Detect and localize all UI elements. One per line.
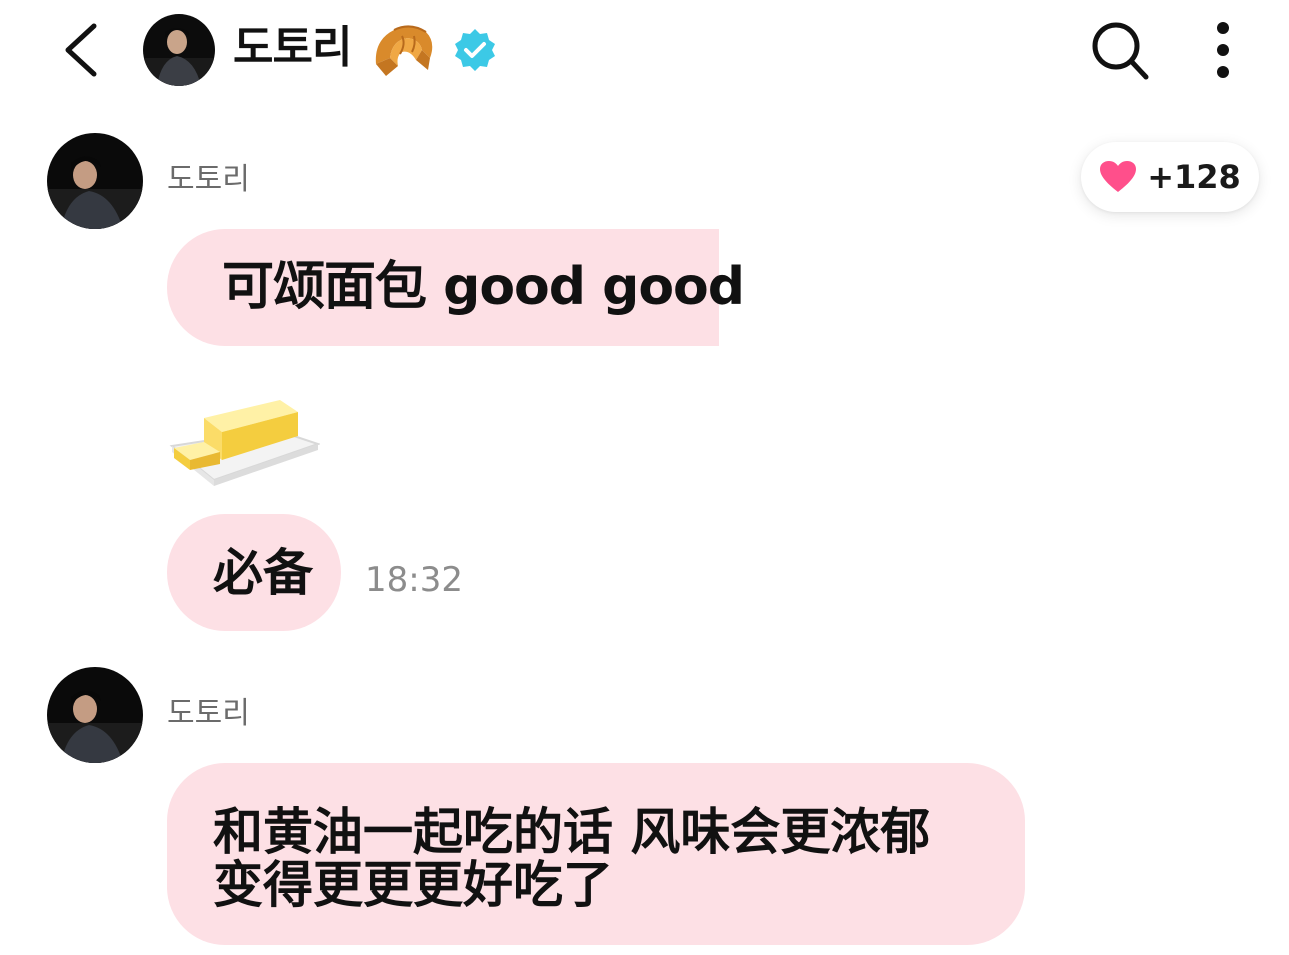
chat-title: 도토리 xyxy=(233,22,352,73)
avatar-image xyxy=(47,667,143,763)
avatar-image xyxy=(47,133,143,229)
heart-icon xyxy=(1100,161,1137,192)
message-timestamp: 18:32 xyxy=(365,560,463,600)
message-text: 和黄油一起吃的话 风味会更浓郁 变得更更更好吃了 xyxy=(213,803,931,914)
message-text: 必备 xyxy=(213,544,313,602)
sender-avatar[interactable] xyxy=(47,133,143,229)
search-icon xyxy=(1092,22,1149,80)
reaction-count: +128 xyxy=(1147,158,1241,196)
header-avatar[interactable] xyxy=(143,14,215,86)
croissant-emoji xyxy=(370,20,436,82)
more-vertical-icon xyxy=(1217,22,1229,78)
reaction-pill[interactable]: +128 xyxy=(1081,142,1259,212)
message-text: 可颂面包 good good xyxy=(222,257,745,317)
butter-emoji[interactable] xyxy=(168,390,322,490)
verified-badge-icon xyxy=(452,27,498,73)
sender-name: 도토리 xyxy=(167,162,250,197)
back-button[interactable] xyxy=(58,18,106,82)
avatar-image xyxy=(143,14,215,86)
chevron-left-icon xyxy=(65,23,97,77)
more-options-button[interactable] xyxy=(1198,20,1248,82)
sender-avatar[interactable] xyxy=(47,667,143,763)
sender-name: 도토리 xyxy=(167,696,250,731)
search-button[interactable] xyxy=(1090,20,1150,82)
